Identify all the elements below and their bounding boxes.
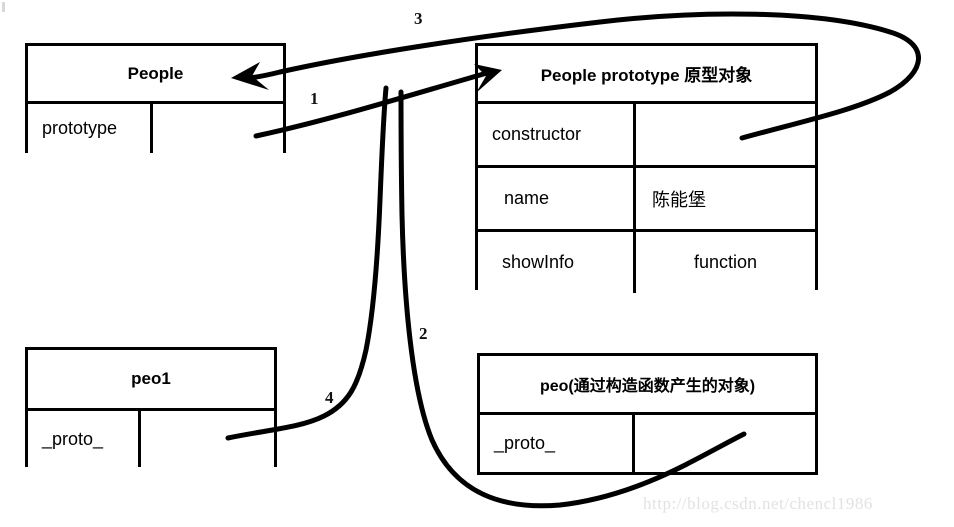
box-peo1-row-0-value (138, 411, 274, 467)
arrow-label-4-text: 4 (325, 388, 334, 407)
box-people-title: People (127, 63, 184, 83)
row-constructor-key: constructor (478, 104, 633, 165)
box-people-prototype-header: People prototype 原型对象 (478, 46, 815, 101)
box-peo1-header: peo1 (28, 350, 274, 408)
box-peo-row-0: _proto_ (480, 412, 815, 472)
constructor-key-text: constructor (492, 124, 582, 144)
row-showinfo-key: showInfo (478, 232, 633, 293)
box-peo1: peo1 _proto_ (25, 347, 277, 467)
corner-artifact (2, 2, 5, 12)
box-people-row-0: prototype (28, 101, 283, 153)
arrow-label-3: 3 (414, 9, 423, 29)
name-key-text: name (504, 188, 550, 208)
box-peo-header: peo(通过构造函数产生的对象) (480, 356, 815, 412)
box-people: People prototype (25, 43, 286, 153)
diagram-canvas: People prototype People prototype 原型对象 c… (0, 0, 954, 527)
peo1-proto-key: _proto_ (42, 428, 104, 449)
row-showinfo-value: function (633, 232, 815, 293)
box-people-prototype-row-1: name 陈能堡 (478, 165, 815, 229)
box-people-prototype: People prototype 原型对象 constructor name 陈… (475, 43, 818, 293)
box-people-prototype-key: prototype (42, 118, 118, 138)
showinfo-key-text: showInfo (502, 252, 575, 272)
arrow-label-2-text: 2 (419, 324, 428, 343)
box-peo: peo(通过构造函数产生的对象) _proto_ (477, 353, 818, 475)
arrow-label-2: 2 (419, 324, 428, 344)
arrow-label-4: 4 (325, 388, 334, 408)
arrow-label-1-text: 1 (310, 89, 319, 108)
name-value-text: 陈能堡 (652, 189, 706, 210)
box-people-row-0-key: prototype (28, 104, 150, 153)
box-people-prototype-row-2: showInfo function (478, 229, 815, 293)
row-constructor-value (633, 104, 815, 165)
showinfo-value-text: function (693, 252, 758, 272)
box-peo-row-0-key: _proto_ (480, 415, 632, 472)
row-name-key: name (478, 168, 633, 229)
box-peo-row-0-value (632, 415, 815, 472)
box-people-prototype-row-0: constructor (478, 101, 815, 165)
box-peo1-row-0: _proto_ (28, 408, 274, 467)
arrow-label-1: 1 (310, 89, 319, 109)
box-people-prototype-title: People prototype 原型对象 (540, 66, 753, 85)
arrow-label-3-text: 3 (414, 9, 423, 28)
row-name-value: 陈能堡 (633, 168, 815, 229)
box-peo-title: peo(通过构造函数产生的对象) (539, 378, 756, 395)
box-people-header: People (28, 46, 283, 101)
peo-proto-key: _proto_ (494, 433, 556, 453)
box-people-row-0-value (150, 104, 283, 153)
watermark-text: http://blog.csdn.net/chencl1986 (643, 494, 873, 513)
box-peo1-title: peo1 (131, 369, 171, 388)
arrow-1-path (253, 70, 490, 139)
box-peo1-row-0-key: _proto_ (28, 411, 138, 467)
